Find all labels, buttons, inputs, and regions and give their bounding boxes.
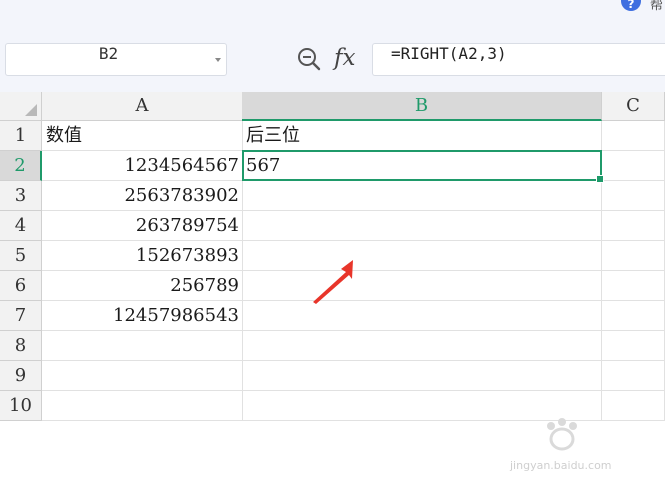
help-icon[interactable]: ? [621, 0, 641, 11]
cell-b7[interactable] [242, 301, 602, 331]
cell-a2[interactable]: 1234564567 [42, 151, 243, 181]
formula-text: =RIGHT(A2,3) [391, 44, 507, 63]
zoom-out-icon[interactable] [297, 47, 321, 71]
cell-b1[interactable]: 后三位 [242, 121, 602, 151]
baidu-watermark: jingyan.baidu.com [506, 417, 636, 479]
cell-a3[interactable]: 2563783902 [42, 181, 243, 211]
cell-b6[interactable] [242, 271, 602, 301]
function-icon[interactable]: fx [334, 43, 355, 73]
cell-c7[interactable] [602, 301, 665, 331]
cell-a5[interactable]: 152673893 [42, 241, 243, 271]
cell-c3[interactable] [602, 181, 665, 211]
row-header-2[interactable]: 2 [0, 151, 42, 181]
cell-c1[interactable] [602, 121, 665, 151]
cell-a6[interactable]: 256789 [42, 271, 243, 301]
cell-a1[interactable]: 数值 [42, 121, 243, 151]
cell-c6[interactable] [602, 271, 665, 301]
row-header-8[interactable]: 8 [0, 331, 42, 361]
column-header-a[interactable]: A [42, 92, 243, 121]
row-header-3[interactable]: 3 [0, 181, 42, 211]
formula-bar-area: B2 fx =RIGHT(A2,3) [0, 26, 665, 92]
top-strip: ? 帮 [0, 0, 665, 26]
row-header-6[interactable]: 6 [0, 271, 42, 301]
spreadsheet-grid: ABC 1 数值 后三位 2 1234564567 567 3 2563783902 4 2637… [0, 92, 665, 472]
cell-b5[interactable] [242, 241, 602, 271]
chevron-down-icon[interactable] [215, 58, 221, 62]
row-header-5[interactable]: 5 [0, 241, 42, 271]
cell-c5[interactable] [602, 241, 665, 271]
cell-c4[interactable] [602, 211, 665, 241]
watermark-url: jingyan.baidu.com [510, 459, 612, 472]
cell-a9[interactable] [42, 361, 243, 391]
cell-c8[interactable] [602, 331, 665, 361]
select-all-corner[interactable] [0, 92, 42, 121]
cell-b8[interactable] [242, 331, 602, 361]
row-header-4[interactable]: 4 [0, 211, 42, 241]
red-arrow-annotation [313, 260, 353, 304]
row-header-10[interactable]: 10 [0, 391, 42, 421]
cell-b2[interactable]: 567 [242, 151, 602, 181]
cell-b3[interactable] [242, 181, 602, 211]
cell-a10[interactable] [42, 391, 243, 421]
cell-c9[interactable] [602, 361, 665, 391]
name-box[interactable]: B2 [5, 43, 227, 76]
row-header-1[interactable]: 1 [0, 121, 42, 151]
cell-a4[interactable]: 263789754 [42, 211, 243, 241]
column-header-b[interactable]: B [242, 92, 602, 121]
cell-c2[interactable] [602, 151, 665, 181]
cell-a7[interactable]: 12457986543 [42, 301, 243, 331]
row-header-9[interactable]: 9 [0, 361, 42, 391]
name-box-value: B2 [98, 44, 119, 63]
cell-b9[interactable] [242, 361, 602, 391]
top-strip-label: 帮 [650, 0, 664, 13]
select-all-icon [25, 104, 37, 116]
formula-input[interactable]: =RIGHT(A2,3) [372, 43, 665, 76]
row-header-7[interactable]: 7 [0, 301, 42, 331]
cell-b4[interactable] [242, 211, 602, 241]
cell-a8[interactable] [42, 331, 243, 361]
column-header-c[interactable]: C [602, 92, 665, 121]
